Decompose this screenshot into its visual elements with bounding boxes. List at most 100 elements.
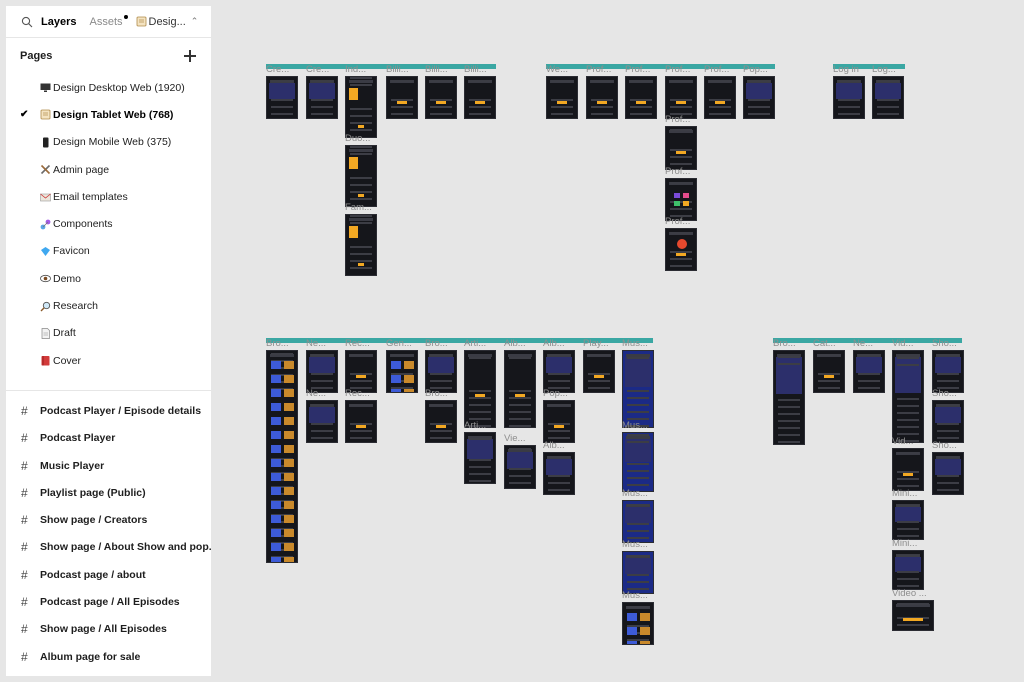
design-frame[interactable] (892, 350, 924, 443)
design-frame[interactable] (892, 600, 934, 631)
design-frame[interactable] (266, 350, 298, 563)
page-switcher[interactable]: Desig... ⌃ (136, 16, 198, 28)
frame-label[interactable]: Mus... (622, 338, 660, 349)
layer-item[interactable]: # Show page / All Episodes (6, 616, 211, 643)
tab-assets[interactable]: Assets (89, 14, 128, 28)
frame-label[interactable]: Prof... (586, 64, 624, 75)
design-frame[interactable] (425, 76, 457, 119)
frame-label[interactable]: We... (546, 64, 584, 75)
design-frame[interactable] (665, 178, 697, 221)
add-page-icon[interactable] (183, 49, 197, 63)
frame-label[interactable]: Sho... (932, 388, 970, 399)
layer-item[interactable]: # Show page / About Show and pop... (6, 534, 211, 561)
frame-label[interactable]: Arti... (464, 420, 502, 431)
frame-label[interactable]: Log in (833, 64, 871, 75)
frame-label[interactable]: Play... (583, 338, 621, 349)
frame-label[interactable]: Rec... (345, 338, 383, 349)
design-frame[interactable] (386, 76, 418, 119)
layer-item[interactable]: # Podcast page / All Episodes (6, 588, 211, 615)
tab-layers[interactable]: Layers (41, 16, 76, 28)
frame-label[interactable]: Billi... (464, 64, 502, 75)
frame-label[interactable]: Fam... (345, 202, 383, 213)
design-frame[interactable] (543, 452, 575, 495)
design-frame[interactable] (704, 76, 736, 119)
design-frame[interactable] (833, 76, 865, 119)
page-item-components[interactable]: Components (6, 210, 211, 237)
design-frame[interactable] (892, 550, 924, 590)
frame-label[interactable]: Alb... (543, 338, 581, 349)
frame-label[interactable]: Duo... (345, 133, 383, 144)
design-frame[interactable] (892, 500, 924, 540)
frame-label[interactable]: Prof... (665, 64, 703, 75)
design-canvas[interactable]: Cre... Cre... Ind... Billi... Billi... Billi.… (211, 0, 1024, 682)
frame-label[interactable]: Bro... (266, 338, 304, 349)
frame-label[interactable]: Mus... (622, 420, 660, 431)
design-frame[interactable] (464, 76, 496, 119)
design-frame[interactable] (622, 500, 654, 543)
frame-label[interactable]: Arti... (464, 338, 502, 349)
design-frame[interactable] (504, 350, 536, 428)
layer-item[interactable]: # Podcast Player / Episode details (6, 397, 211, 424)
frame-label[interactable]: Rec... (345, 388, 383, 399)
design-frame[interactable] (813, 350, 845, 393)
frame-label[interactable]: Prof... (665, 114, 703, 125)
design-frame[interactable] (892, 448, 924, 491)
design-frame[interactable] (622, 602, 654, 645)
design-frame[interactable] (586, 76, 618, 119)
frame-label[interactable]: Video ... (892, 588, 940, 599)
design-frame[interactable] (425, 350, 457, 393)
frame-label[interactable]: Ne... (853, 338, 891, 349)
design-frame[interactable] (504, 445, 536, 489)
design-frame[interactable] (543, 400, 575, 443)
design-frame[interactable] (665, 76, 697, 119)
frame-label[interactable]: Billi... (425, 64, 463, 75)
frame-label[interactable]: Prof... (665, 166, 703, 177)
layer-item[interactable]: # Show page / Creators (6, 506, 211, 533)
design-frame[interactable] (464, 350, 496, 428)
design-frame[interactable] (345, 350, 377, 393)
frame-label[interactable]: Pop... (743, 64, 781, 75)
design-frame[interactable] (306, 350, 338, 393)
frame-label[interactable]: Bro... (773, 338, 811, 349)
layer-item[interactable]: # Music Player (6, 452, 211, 479)
search-icon[interactable] (21, 16, 33, 28)
page-item-cover[interactable]: Cover (6, 347, 211, 374)
page-item-demo[interactable]: Demo (6, 265, 211, 292)
design-frame[interactable] (932, 350, 964, 393)
design-frame[interactable] (625, 76, 657, 119)
frame-label[interactable]: Mus... (622, 590, 660, 601)
design-frame[interactable] (622, 350, 654, 428)
frame-label[interactable]: Mus... (622, 488, 660, 499)
design-frame[interactable] (425, 400, 457, 443)
frame-label[interactable]: Ne... (306, 338, 344, 349)
design-frame[interactable] (622, 432, 654, 492)
page-item-mobile[interactable]: Design Mobile Web (375) (6, 129, 211, 156)
frame-label[interactable]: Cre... (306, 64, 344, 75)
frame-label[interactable]: Prof... (625, 64, 663, 75)
frame-label[interactable]: Bro... (425, 338, 463, 349)
frame-label[interactable]: Bro... (425, 388, 463, 399)
design-frame[interactable] (872, 76, 904, 119)
frame-label[interactable]: Cat... (813, 338, 851, 349)
frame-label[interactable]: Alb... (504, 338, 542, 349)
frame-label[interactable]: Sho... (932, 440, 970, 451)
frame-label[interactable]: Vie... (504, 433, 542, 444)
page-item-desktop[interactable]: Design Desktop Web (1920) (6, 74, 211, 101)
frame-label[interactable]: Sho... (932, 338, 970, 349)
frame-label[interactable]: Vid... (892, 436, 930, 447)
page-item-research[interactable]: Research (6, 292, 211, 319)
layer-item[interactable]: # Podcast Player (6, 425, 211, 452)
design-frame[interactable] (743, 76, 775, 119)
design-frame[interactable] (345, 145, 377, 207)
frame-label[interactable]: Ne... (306, 388, 344, 399)
frame-label[interactable]: Log... (872, 64, 910, 75)
page-item-tablet[interactable]: ✔ Design Tablet Web (768) (6, 101, 211, 128)
design-frame[interactable] (306, 76, 338, 119)
design-frame[interactable] (622, 551, 654, 594)
design-frame[interactable] (464, 432, 496, 484)
layer-item[interactable]: # Playlist page (Public) (6, 479, 211, 506)
frame-label[interactable]: Mus... (622, 539, 660, 550)
design-frame[interactable] (932, 400, 964, 443)
design-frame[interactable] (665, 126, 697, 170)
design-frame[interactable] (345, 400, 377, 443)
